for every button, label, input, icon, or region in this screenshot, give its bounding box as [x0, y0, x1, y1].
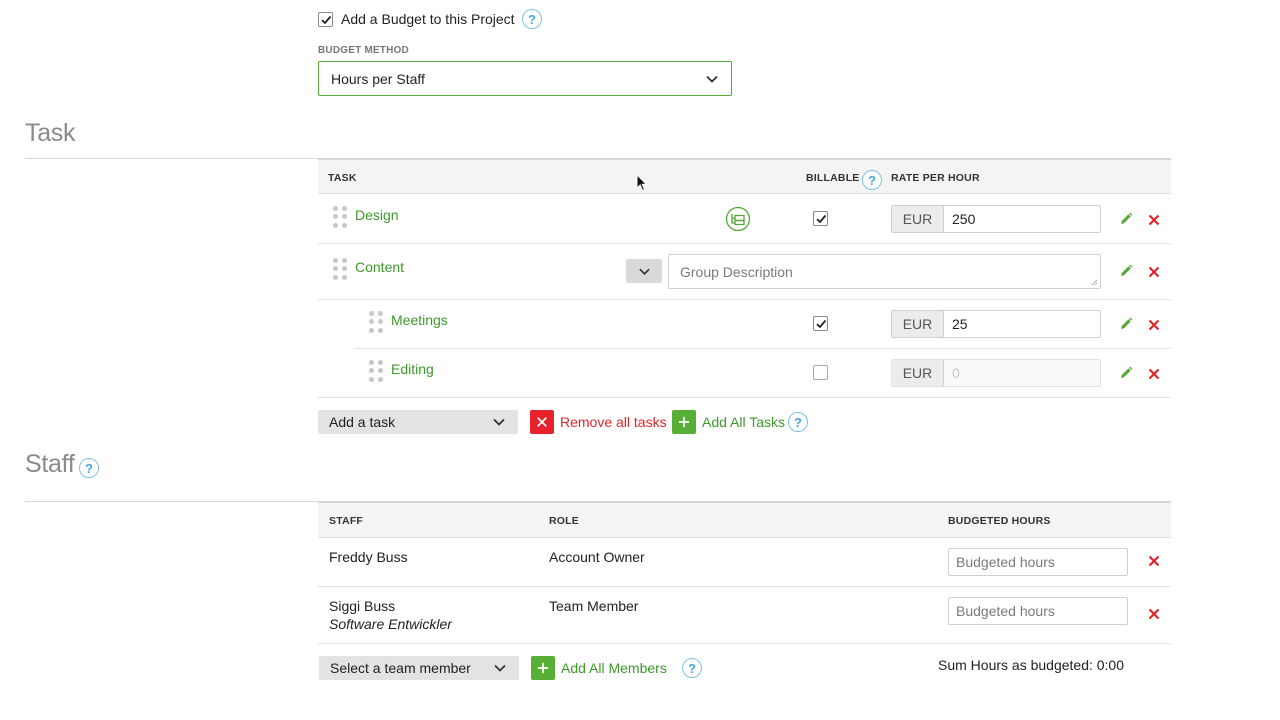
checkmark-icon: [815, 319, 826, 328]
chevron-down-icon: [494, 664, 506, 672]
rate-input[interactable]: EUR 25: [891, 310, 1101, 338]
billable-checkbox[interactable]: [813, 211, 828, 226]
add-all-members-button[interactable]: [531, 656, 555, 680]
row-divider: [318, 643, 1171, 644]
task-section-title: Task: [25, 119, 76, 147]
delete-x-icon[interactable]: [1147, 318, 1161, 332]
rate-value: 25: [952, 316, 968, 332]
sum-hours-label: Sum Hours as budgeted: 0:00: [938, 657, 1125, 673]
subtask-name-link[interactable]: Editing: [391, 361, 434, 377]
plus-icon: [678, 416, 690, 428]
drag-handle-icon[interactable]: [369, 311, 383, 333]
delete-x-icon[interactable]: [1147, 607, 1161, 621]
delete-x-icon[interactable]: [1147, 265, 1161, 279]
drag-handle-icon[interactable]: [333, 258, 347, 280]
chevron-down-icon: [493, 418, 505, 426]
staff-job-title: Software Entwickler: [329, 616, 452, 632]
help-icon[interactable]: ?: [522, 9, 542, 29]
row-divider: [354, 348, 1171, 349]
checkmark-icon: [320, 15, 331, 24]
currency-label: EUR: [892, 206, 944, 232]
add-task-select[interactable]: Add a task: [318, 410, 518, 434]
budget-method-label: BUDGET METHOD: [318, 45, 409, 56]
plus-icon: [537, 662, 549, 674]
delete-x-icon[interactable]: [1147, 554, 1161, 568]
rate-input-disabled[interactable]: EUR 0: [891, 359, 1101, 387]
budget-method-select[interactable]: Hours per Staff: [318, 61, 732, 96]
edit-pencil-icon[interactable]: [1119, 366, 1133, 380]
group-description-placeholder: Group Description: [680, 263, 793, 280]
edit-pencil-icon[interactable]: [1119, 264, 1133, 278]
staff-name: Freddy Buss: [329, 549, 408, 565]
staff-section-title: Staff: [25, 450, 75, 478]
staff-help-icon[interactable]: ?: [79, 458, 99, 478]
add-all-tasks-button[interactable]: [672, 410, 696, 434]
row-divider: [318, 243, 1171, 244]
section-divider: [25, 158, 318, 159]
add-all-tasks-link[interactable]: Add All Tasks: [702, 414, 785, 430]
staff-role: Team Member: [549, 598, 639, 614]
task-column-header: TASK: [328, 172, 357, 184]
row-divider: [318, 299, 1171, 300]
rate-value: 0: [944, 360, 1100, 386]
rate-input[interactable]: EUR 250: [891, 205, 1101, 233]
add-all-members-link[interactable]: Add All Members: [561, 660, 667, 676]
mouse-cursor-icon: [636, 174, 648, 192]
task-name-link[interactable]: Design: [355, 207, 399, 223]
hours-column-header: BUDGETED HOURS: [948, 515, 1051, 527]
billable-column-header: BILLABLE: [806, 172, 860, 184]
edit-pencil-icon[interactable]: [1119, 212, 1133, 226]
staff-role: Account Owner: [549, 549, 645, 565]
section-divider: [25, 501, 318, 502]
row-divider: [318, 397, 1171, 398]
delete-x-icon[interactable]: [1147, 213, 1161, 227]
budgeted-hours-placeholder: Budgeted hours: [956, 603, 1055, 619]
currency-label: EUR: [892, 311, 944, 337]
budgeted-hours-input[interactable]: Budgeted hours: [948, 597, 1128, 625]
drag-handle-icon[interactable]: [369, 360, 383, 382]
collapse-group-button[interactable]: [626, 259, 662, 283]
budget-method-value: Hours per Staff: [331, 70, 425, 87]
resize-handle-icon[interactable]: [1091, 279, 1098, 286]
help-icon[interactable]: ?: [788, 412, 808, 432]
help-icon[interactable]: ?: [682, 658, 702, 678]
budgeted-hours-input[interactable]: Budgeted hours: [948, 548, 1128, 576]
select-team-member-select[interactable]: Select a team member: [319, 656, 519, 680]
edit-pencil-icon[interactable]: [1119, 317, 1133, 331]
task-group-name-link[interactable]: Content: [355, 259, 404, 275]
select-team-member-label: Select a team member: [330, 660, 471, 676]
subtask-name-link[interactable]: Meetings: [391, 312, 448, 328]
task-table-header: [318, 158, 1171, 194]
remove-all-tasks-button[interactable]: [530, 410, 554, 434]
checkmark-icon: [815, 214, 826, 223]
billable-help-icon[interactable]: ?: [862, 170, 882, 190]
chevron-down-icon: [638, 268, 650, 275]
chevron-down-icon: [706, 75, 718, 83]
role-column-header: ROLE: [549, 515, 579, 527]
billable-checkbox[interactable]: [813, 316, 828, 331]
rate-column-header: RATE PER HOUR: [891, 172, 980, 184]
group-tasks-icon[interactable]: [725, 206, 751, 232]
delete-x-icon[interactable]: [1147, 367, 1161, 381]
drag-handle-icon[interactable]: [333, 206, 347, 228]
remove-all-tasks-link[interactable]: Remove all tasks: [560, 414, 667, 430]
close-icon: [537, 417, 547, 427]
currency-label: EUR: [892, 360, 944, 386]
add-task-label: Add a task: [329, 414, 396, 430]
staff-name: Siggi Buss: [329, 598, 396, 614]
staff-column-header: STAFF: [329, 515, 364, 527]
budgeted-hours-placeholder: Budgeted hours: [956, 554, 1055, 570]
rate-value: 250: [952, 211, 976, 227]
add-budget-label: Add a Budget to this Project: [341, 11, 515, 27]
row-divider: [318, 586, 1171, 587]
add-budget-checkbox[interactable]: [318, 12, 333, 27]
billable-checkbox[interactable]: [813, 365, 828, 380]
group-description-input[interactable]: Group Description: [668, 254, 1101, 289]
